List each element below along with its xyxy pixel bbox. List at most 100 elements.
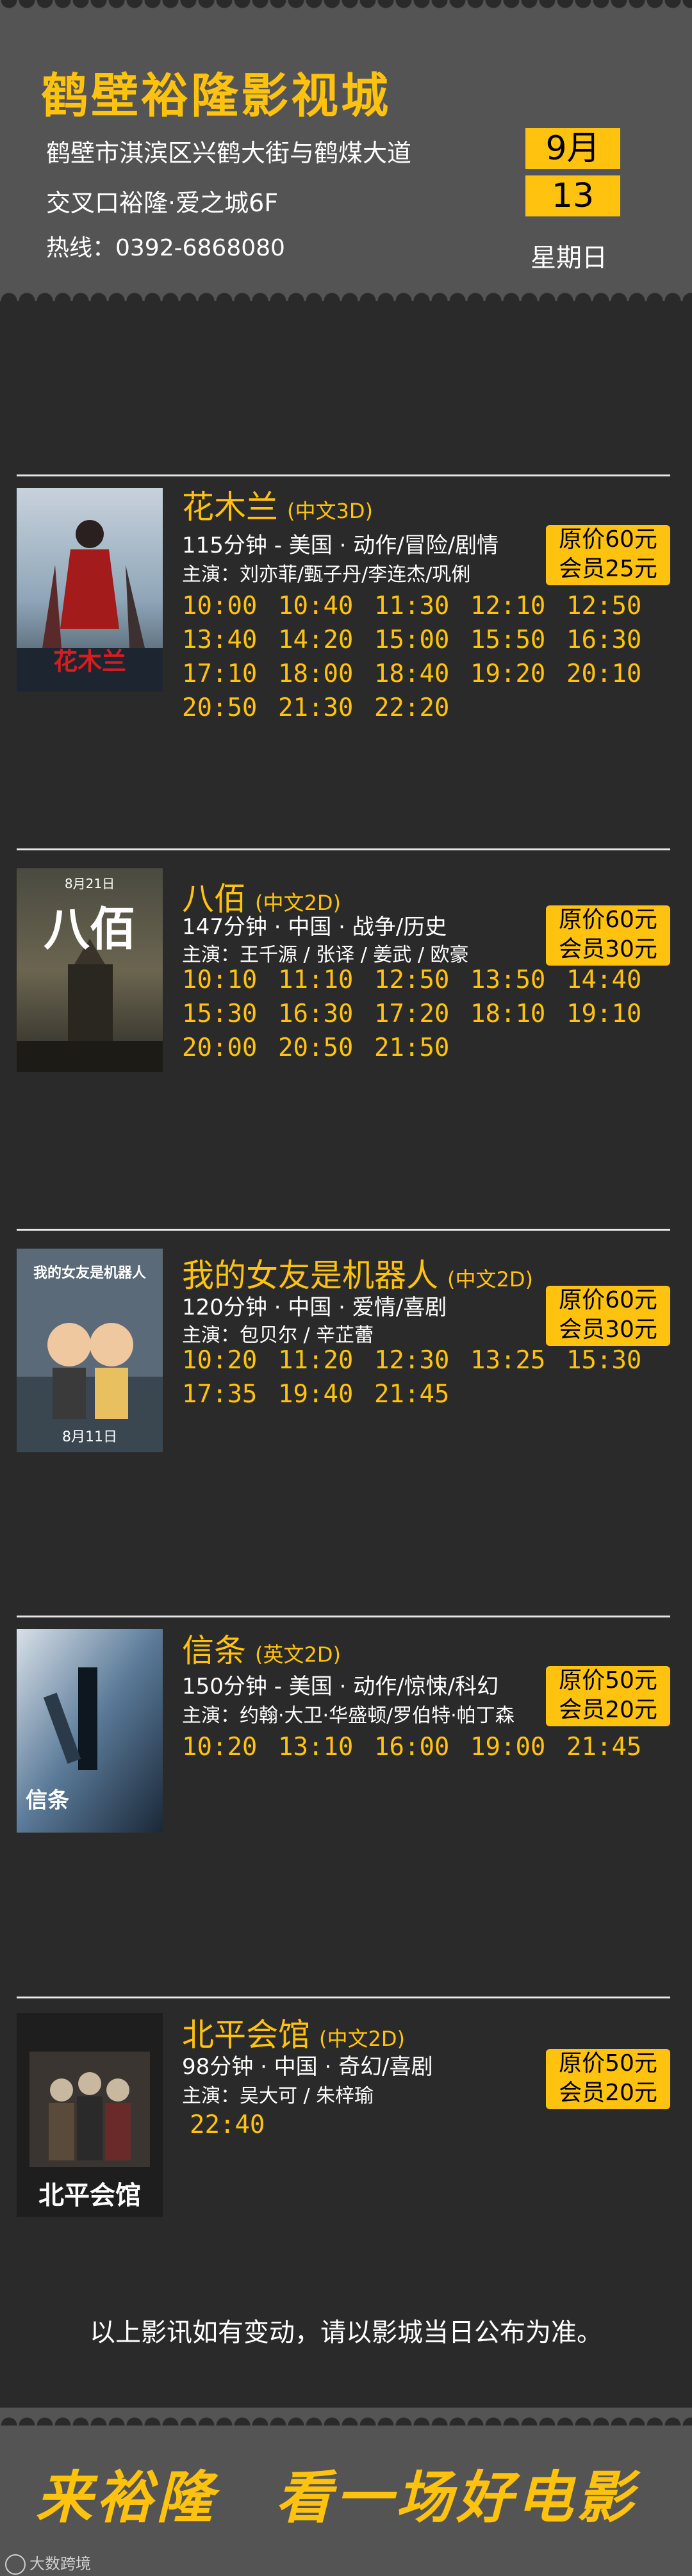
showtime[interactable]: 11:10 — [278, 966, 374, 994]
price-badge: 原价50元 会员20元 — [546, 1666, 670, 1726]
showtimes-grid: 22:40 — [190, 2110, 683, 2139]
movie-title-text: 花木兰 — [182, 489, 278, 526]
poster-date: 8月21日 — [64, 876, 115, 891]
movie-info: 120分钟 · 中国 · 爱情/喜剧 — [182, 1295, 447, 1320]
showtime[interactable]: 16:00 — [374, 1733, 470, 1762]
showtime[interactable]: 11:30 — [374, 592, 470, 620]
showtime[interactable]: 13:10 — [278, 1733, 374, 1762]
movie-title-text: 我的女友是机器人 — [182, 1257, 438, 1294]
movie-poster[interactable]: 北平会馆 — [17, 2013, 163, 2217]
showtimes-grid: 10:20 11:20 12:30 13:25 15:30 17:35 19:40 21:45 — [182, 1346, 675, 1409]
divider — [17, 1229, 670, 1231]
showtime[interactable]: 10:10 — [182, 966, 278, 994]
movie-cast: 主演：吴大可 / 朱梓瑜 — [182, 2085, 374, 2107]
showtime[interactable]: 15:30 — [566, 1346, 663, 1375]
movie-info: 150分钟 - 美国 · 动作/惊悚/科幻 — [182, 1674, 499, 1699]
showtime[interactable]: 19:20 — [470, 660, 566, 688]
showtime[interactable]: 17:35 — [182, 1380, 278, 1409]
price-badge: 原价60元 会员25元 — [546, 525, 670, 585]
showtime[interactable]: 14:40 — [566, 966, 663, 994]
showtime[interactable]: 18:00 — [278, 660, 374, 688]
showtime[interactable]: 19:10 — [566, 1000, 663, 1028]
showtime[interactable]: 11:20 — [278, 1346, 374, 1375]
price-original: 原价60元 — [559, 526, 657, 553]
address-line-1: 鹤壁市淇滨区兴鹤大街与鹤煤大道 — [46, 139, 412, 167]
movie-format: (英文2D) — [255, 1642, 341, 1667]
showtime[interactable]: 22:20 — [374, 693, 470, 722]
price-member: 会员20元 — [559, 2080, 657, 2106]
showtime[interactable]: 20:00 — [182, 1033, 278, 1062]
movie-cast: 主演：约翰·大卫·华盛顿/罗伯特·帕丁森 — [182, 1705, 515, 1727]
price-original: 原价50元 — [559, 1667, 657, 1694]
movie-cast: 主演：刘亦菲/甄子丹/李连杰/巩俐 — [182, 563, 471, 586]
showtime[interactable]: 19:40 — [278, 1380, 374, 1409]
movie-format: (中文2D) — [319, 2027, 405, 2051]
poster-caption: 八佰 — [43, 902, 136, 956]
poster-caption: 我的女友是机器人 — [33, 1265, 146, 1281]
showtime[interactable]: 22:40 — [190, 2110, 286, 2139]
date-weekday: 星期日 — [531, 243, 607, 273]
showtime[interactable]: 16:30 — [278, 1000, 374, 1028]
movie-poster[interactable]: 8月21日 八佰 — [17, 868, 163, 1072]
date-month: 9月 — [525, 128, 620, 169]
hotline: 热线：0392-6868080 — [46, 235, 285, 261]
showtime[interactable]: 21:50 — [374, 1033, 470, 1062]
showtime[interactable]: 17:20 — [374, 1000, 470, 1028]
showtime[interactable]: 13:40 — [182, 626, 278, 654]
showtime[interactable]: 10:00 — [182, 592, 278, 620]
showtime[interactable]: 13:50 — [470, 966, 566, 994]
poster-date: 8月11日 — [62, 1429, 117, 1445]
movie-poster[interactable]: 我的女友是机器人 8月11日 — [17, 1249, 163, 1452]
watermark-logo-icon — [5, 2554, 26, 2575]
divider — [17, 848, 670, 850]
showtime[interactable]: 12:50 — [566, 592, 663, 620]
footer-note: 以上影讯如有变动，请以影城当日公布为准。 — [90, 2318, 602, 2347]
slogan-left: 来裕隆 — [36, 2464, 217, 2531]
price-member: 会员30元 — [559, 936, 657, 962]
price-badge: 原价60元 会员30元 — [546, 905, 670, 966]
price-original: 原价50元 — [559, 2050, 657, 2077]
showtime[interactable]: 19:00 — [470, 1733, 566, 1762]
price-member: 会员20元 — [559, 1697, 657, 1723]
showtime[interactable]: 17:10 — [182, 660, 278, 688]
movie-format: (中文3D) — [287, 499, 373, 523]
showtime[interactable]: 16:30 — [566, 626, 663, 654]
showtime[interactable]: 12:10 — [470, 592, 566, 620]
showtime[interactable]: 13:25 — [470, 1346, 566, 1375]
movie-cast: 主演：王千源 / 张译 / 姜武 / 欧豪 — [182, 944, 469, 966]
movie-info: 98分钟 · 中国 · 奇幻/喜剧 — [182, 2054, 433, 2080]
movie-poster[interactable]: 信条 — [17, 1629, 163, 1833]
showtime[interactable]: 10:40 — [278, 592, 374, 620]
showtime[interactable]: 21:30 — [278, 693, 374, 722]
showtime[interactable]: 21:45 — [374, 1380, 470, 1409]
poster-caption: 北平会馆 — [38, 2181, 141, 2210]
movie-cast: 主演：包贝尔 / 辛芷蕾 — [182, 1324, 374, 1347]
showtime[interactable]: 21:45 — [566, 1733, 663, 1762]
showtime[interactable]: 12:50 — [374, 966, 470, 994]
movie-info: 147分钟 · 中国 · 战争/历史 — [182, 914, 447, 940]
divider — [17, 1616, 670, 1617]
showtime[interactable]: 20:50 — [278, 1033, 374, 1062]
slogan-right: 看一场好电影 — [276, 2464, 638, 2531]
showtime[interactable]: 15:00 — [374, 626, 470, 654]
date-day: 13 — [525, 175, 620, 216]
showtime[interactable]: 10:20 — [182, 1346, 278, 1375]
poster-caption: 信条 — [26, 1788, 69, 1813]
movie-info: 115分钟 - 美国 · 动作/冒险/剧情 — [182, 533, 499, 558]
showtime[interactable]: 10:20 — [182, 1733, 278, 1762]
movie-title-text: 信条 — [182, 1632, 246, 1669]
movie-title[interactable]: 花木兰 (中文3D) — [182, 482, 373, 528]
showtime[interactable]: 20:50 — [182, 693, 278, 722]
showtime[interactable]: 18:10 — [470, 1000, 566, 1028]
showtime[interactable]: 18:40 — [374, 660, 470, 688]
movie-title[interactable]: 信条 (英文2D) — [182, 1625, 341, 1671]
showtime[interactable]: 15:50 — [470, 626, 566, 654]
price-original: 原价60元 — [559, 1287, 657, 1313]
header-bottom-scallop — [0, 283, 692, 301]
showtime[interactable]: 14:20 — [278, 626, 374, 654]
showtime[interactable]: 12:30 — [374, 1346, 470, 1375]
price-member: 会员25元 — [559, 556, 657, 582]
movie-poster[interactable]: 花木兰 — [17, 488, 163, 692]
showtime[interactable]: 15:30 — [182, 1000, 278, 1028]
showtime[interactable]: 20:10 — [566, 660, 663, 688]
